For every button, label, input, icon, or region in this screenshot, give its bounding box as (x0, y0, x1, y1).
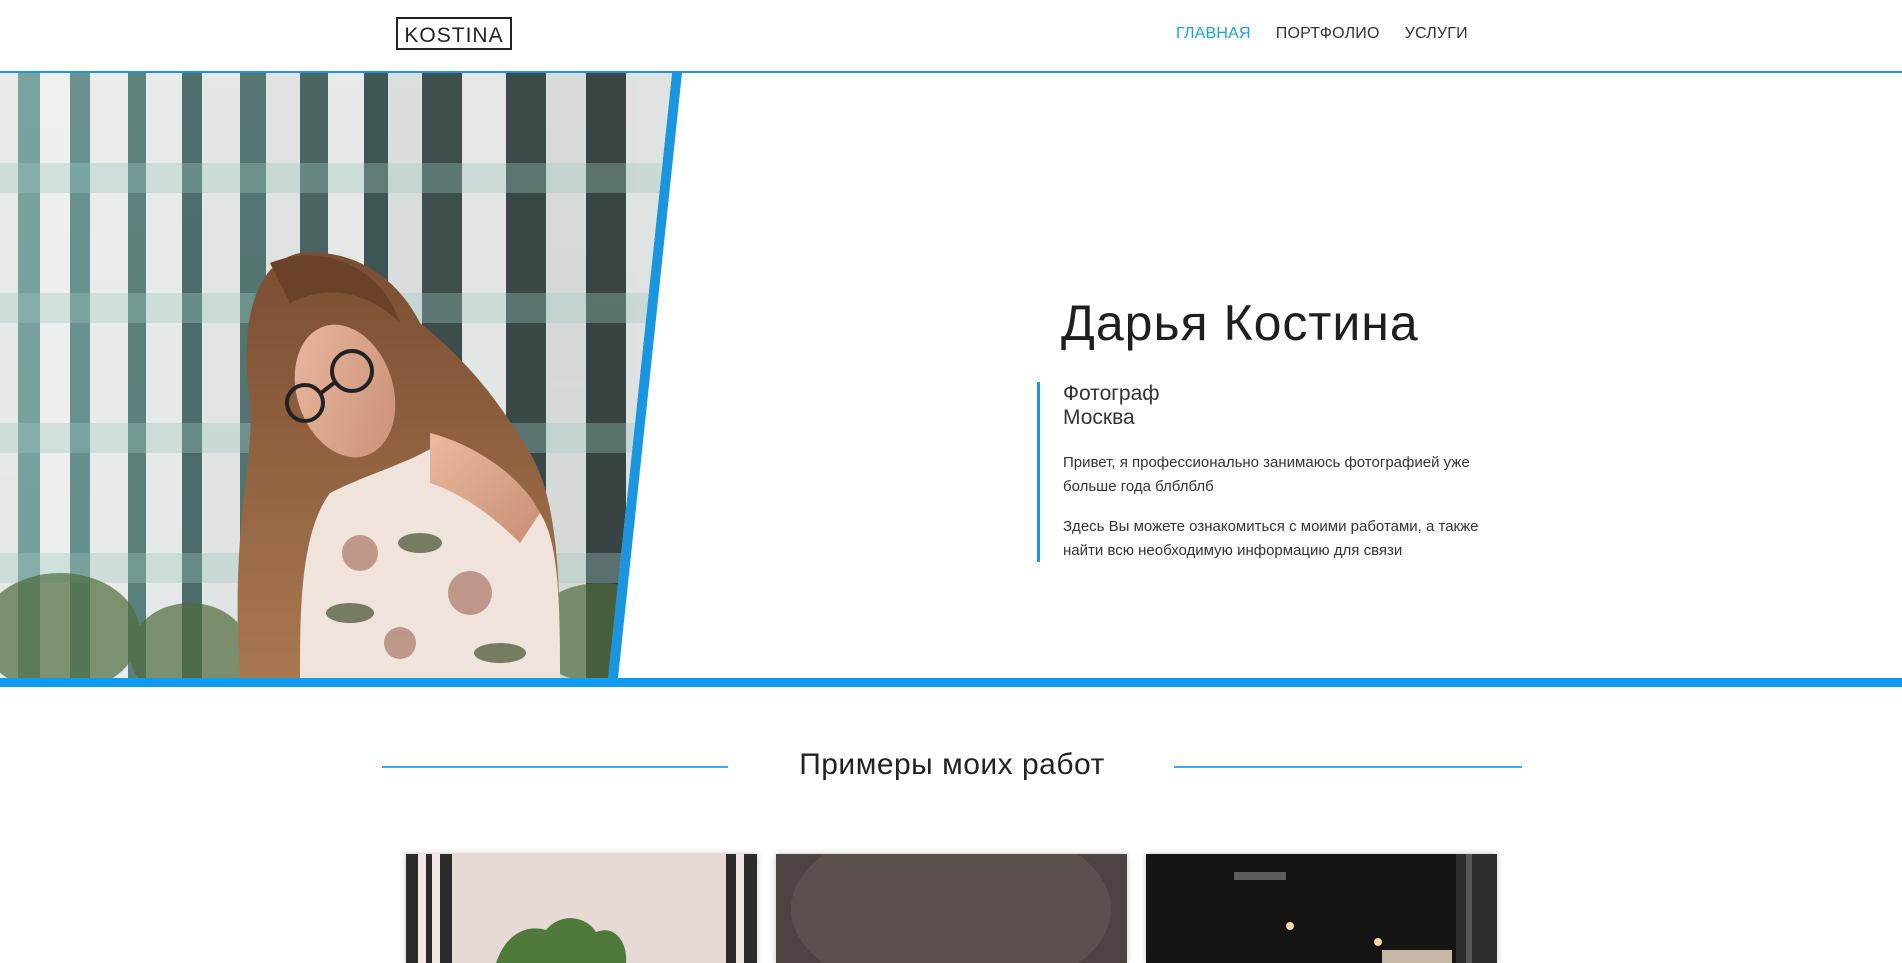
works-heading: Примеры моих работ (382, 745, 1522, 785)
nav-home[interactable]: ГЛАВНАЯ (1176, 25, 1251, 43)
nav-portfolio[interactable]: ПОРТФОЛИО (1276, 25, 1380, 43)
work-thumbnail-2[interactable] (776, 854, 1127, 963)
hero-name: Дарья Костина (1061, 295, 1419, 351)
logo-text: KOSTINA (404, 24, 504, 47)
portrait-photo (0, 73, 672, 678)
hero-bio-1: Привет, я профессионально занимаюсь фото… (1063, 454, 1470, 495)
work-thumbnail-1[interactable] (406, 854, 757, 963)
hero-section: Дарья Костина Фотограф Москва Привет, я … (0, 73, 1902, 678)
nav-services[interactable]: УСЛУГИ (1405, 25, 1468, 43)
hero-role: Фотограф (1063, 382, 1160, 405)
work-image-2 (776, 854, 1127, 963)
logo[interactable]: KOSTINA (396, 17, 512, 50)
title-line-right (1174, 766, 1522, 768)
hero-photo (0, 73, 672, 678)
main-nav: ГЛАВНАЯ ПОРТФОЛИО УСЛУГИ (1176, 25, 1468, 43)
hero-city: Москва (1063, 406, 1135, 429)
site-header: KOSTINA ГЛАВНАЯ ПОРТФОЛИО УСЛУГИ (0, 0, 1902, 73)
works-title: Примеры моих работ (799, 748, 1105, 781)
work-image-1 (406, 854, 757, 963)
work-image-3 (1146, 854, 1497, 963)
hero-info: Фотограф Москва Привет, я профессиональн… (1037, 382, 1517, 562)
hero-bio-2: Здесь Вы можете ознакомиться с моими раб… (1063, 518, 1479, 559)
hero-bottom-bar (0, 678, 1902, 687)
work-thumbnail-3[interactable] (1146, 854, 1497, 963)
